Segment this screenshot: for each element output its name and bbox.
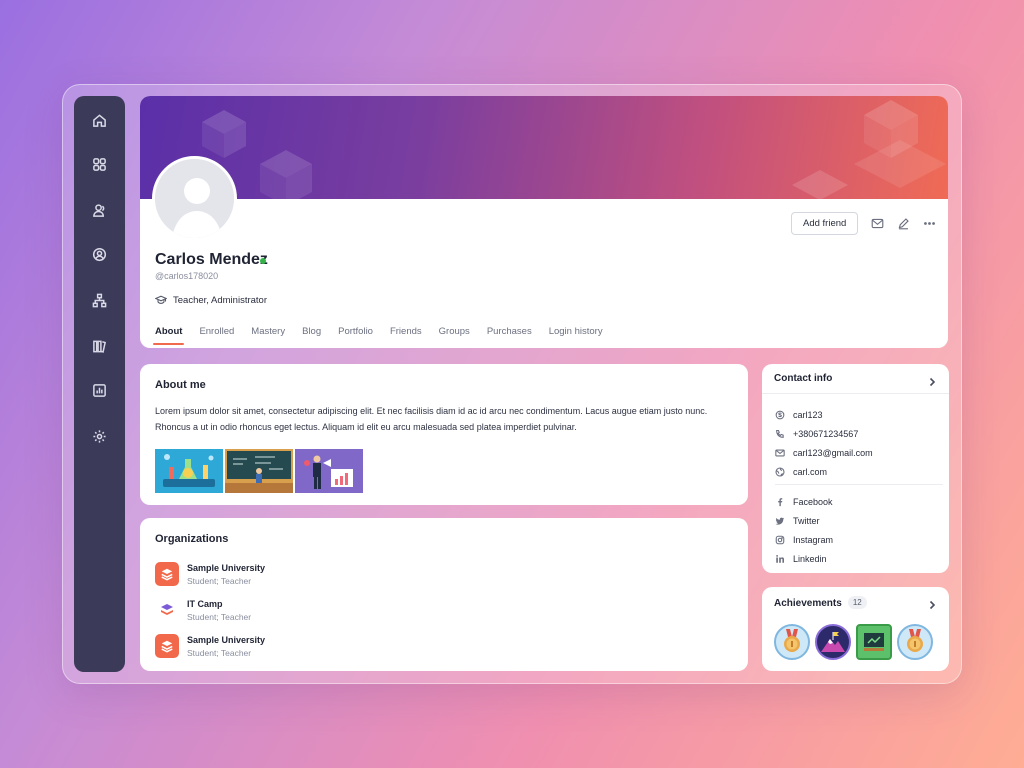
users-icon[interactable] bbox=[89, 200, 109, 220]
media-thumbnail-lab[interactable] bbox=[155, 449, 223, 493]
organization-logo bbox=[155, 562, 179, 586]
media-thumbnail-presentation[interactable] bbox=[295, 449, 363, 493]
social-label: Twitter bbox=[793, 515, 820, 526]
contact-value: +380671234567 bbox=[793, 428, 859, 439]
about-me-title: About me bbox=[155, 379, 206, 391]
profile-tabs: About Enrolled Mastery Blog Portfolio Fr… bbox=[152, 326, 603, 345]
profile-role: Teacher, Administrator bbox=[155, 294, 267, 306]
list-item[interactable]: Sample University Student; Teacher bbox=[155, 634, 265, 670]
about-me-card: About me Lorem ipsum dolor sit amet, con… bbox=[140, 364, 748, 505]
contact-info-title: Contact info bbox=[774, 373, 833, 384]
tab-blog[interactable]: Blog bbox=[302, 326, 321, 345]
reports-chart-icon[interactable] bbox=[89, 380, 109, 400]
achievements-title: Achievements 12 bbox=[774, 596, 867, 609]
about-media-gallery bbox=[155, 449, 363, 493]
profile-circle-icon[interactable] bbox=[89, 244, 109, 264]
sidebar bbox=[74, 96, 125, 672]
contact-list: carl123 +380671234567 carl123@gmail.com … bbox=[775, 405, 873, 481]
twitter-icon bbox=[775, 517, 785, 525]
mail-icon bbox=[775, 449, 785, 456]
bronze-medal-icon[interactable] bbox=[774, 624, 810, 660]
presentation-board-icon[interactable] bbox=[856, 624, 892, 660]
more-options-icon[interactable] bbox=[922, 217, 936, 231]
media-thumbnail-classroom[interactable] bbox=[225, 449, 293, 493]
profile-cover-banner bbox=[140, 96, 948, 199]
bronze-medal-icon[interactable] bbox=[897, 624, 933, 660]
chevron-right-icon[interactable] bbox=[927, 374, 937, 387]
organization-role: Student; Teacher bbox=[187, 648, 252, 658]
organization-logo bbox=[155, 634, 179, 658]
hierarchy-icon[interactable] bbox=[89, 290, 109, 310]
online-status-dot bbox=[260, 258, 266, 264]
tab-enrolled[interactable]: Enrolled bbox=[199, 326, 234, 345]
achievements-list bbox=[774, 624, 933, 660]
about-me-text: Lorem ipsum dolor sit amet, consectetur … bbox=[155, 406, 708, 432]
organization-role: Student; Teacher bbox=[187, 612, 252, 622]
facebook-icon bbox=[778, 497, 783, 506]
divider bbox=[775, 484, 943, 485]
decorative-cube bbox=[260, 150, 312, 199]
contact-value: carl.com bbox=[793, 466, 828, 477]
instagram-icon bbox=[775, 535, 785, 544]
tab-portfolio[interactable]: Portfolio bbox=[338, 326, 373, 345]
decorative-cube bbox=[202, 110, 246, 158]
linkedin-icon bbox=[776, 554, 784, 563]
mountain-flag-icon[interactable] bbox=[815, 624, 851, 660]
graduation-cap-icon bbox=[155, 295, 167, 304]
social-instagram-link[interactable]: Instagram bbox=[775, 530, 833, 549]
list-item[interactable]: Sample University Student; Teacher bbox=[155, 562, 265, 598]
social-label: Facebook bbox=[793, 496, 833, 507]
contact-skype[interactable]: carl123 bbox=[775, 405, 873, 424]
decorative-cube bbox=[854, 140, 946, 188]
social-linkedin-link[interactable]: Linkedin bbox=[775, 549, 833, 568]
skype-icon bbox=[775, 410, 785, 419]
tab-purchases[interactable]: Purchases bbox=[487, 326, 532, 345]
achievements-title-text: Achievements bbox=[774, 598, 842, 609]
contact-website[interactable]: carl.com bbox=[775, 462, 873, 481]
profile-header-card: Carlos Mendez @carlos178020 Teacher, Adm… bbox=[140, 96, 948, 348]
list-item[interactable]: IT Camp Student; Teacher bbox=[155, 598, 265, 634]
contact-email[interactable]: carl123@gmail.com bbox=[775, 443, 873, 462]
social-facebook-link[interactable]: Facebook bbox=[775, 492, 833, 511]
mail-icon[interactable] bbox=[870, 217, 884, 231]
social-twitter-link[interactable]: Twitter bbox=[775, 511, 833, 530]
contact-info-card: Contact info carl123 +380671234567 carl1… bbox=[762, 364, 949, 573]
organizations-card: Organizations Sample University Student;… bbox=[140, 518, 748, 671]
settings-gear-icon[interactable] bbox=[89, 426, 109, 446]
phone-icon bbox=[776, 429, 784, 438]
organization-name: IT Camp bbox=[187, 599, 223, 609]
globe-icon bbox=[775, 466, 785, 477]
achievements-count-badge: 12 bbox=[847, 596, 867, 609]
tab-about[interactable]: About bbox=[152, 326, 185, 345]
profile-name: Carlos Mendez bbox=[155, 251, 268, 268]
avatar[interactable] bbox=[152, 156, 237, 241]
tab-login-history[interactable]: Login history bbox=[549, 326, 603, 345]
edit-pencil-icon[interactable] bbox=[896, 217, 910, 231]
organizations-title: Organizations bbox=[155, 533, 229, 545]
social-links-list: Facebook Twitter Instagram Linkedin bbox=[775, 492, 833, 568]
contact-phone[interactable]: +380671234567 bbox=[775, 424, 873, 443]
contact-info-header: Contact info bbox=[762, 364, 949, 394]
chevron-right-icon[interactable] bbox=[927, 597, 937, 610]
tab-mastery[interactable]: Mastery bbox=[251, 326, 285, 345]
apps-grid-icon[interactable] bbox=[89, 154, 109, 174]
contact-value: carl123@gmail.com bbox=[793, 447, 873, 458]
contact-value: carl123 bbox=[793, 409, 823, 420]
achievements-card: Achievements 12 bbox=[762, 587, 949, 671]
social-label: Linkedin bbox=[793, 553, 827, 564]
social-label: Instagram bbox=[793, 534, 834, 545]
organization-name: Sample University bbox=[187, 635, 266, 645]
organization-role: Student; Teacher bbox=[187, 576, 252, 586]
organization-logo bbox=[155, 598, 179, 622]
add-friend-button[interactable]: Add friend bbox=[791, 212, 859, 235]
library-icon[interactable] bbox=[89, 336, 109, 356]
profile-role-text: Teacher, Administrator bbox=[173, 294, 267, 306]
profile-actions: Add friend bbox=[791, 212, 936, 235]
tab-friends[interactable]: Friends bbox=[390, 326, 422, 345]
tab-groups[interactable]: Groups bbox=[439, 326, 470, 345]
home-icon[interactable] bbox=[89, 110, 109, 130]
organizations-list: Sample University Student; Teacher IT Ca… bbox=[155, 562, 265, 670]
organization-name: Sample University bbox=[187, 563, 266, 573]
profile-username: @carlos178020 bbox=[155, 271, 219, 281]
